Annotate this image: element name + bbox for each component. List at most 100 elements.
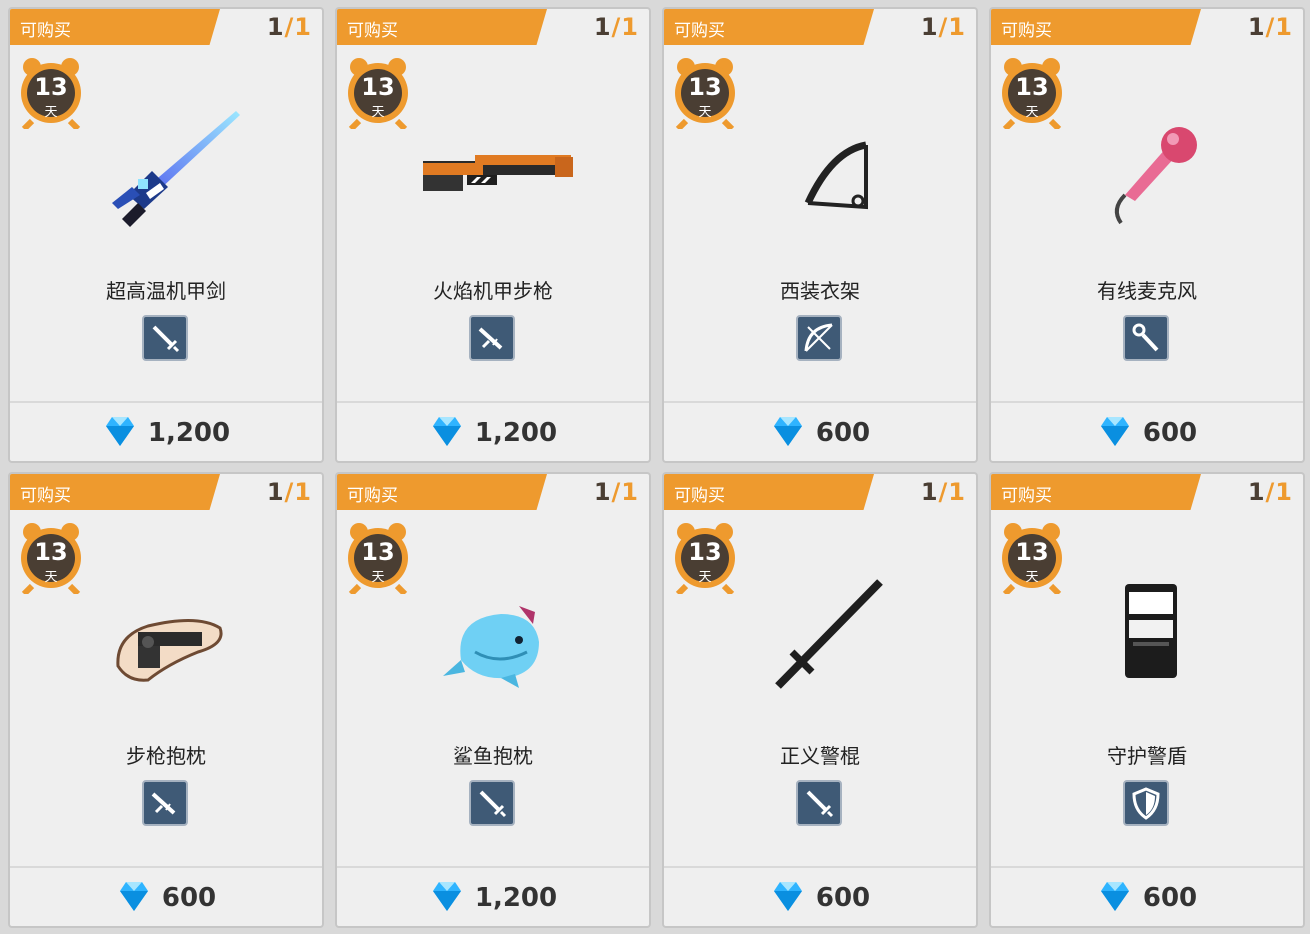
- purchasable-tag: 可购买: [991, 9, 1201, 45]
- item-name: 西装衣架: [780, 279, 860, 303]
- purchase-count-max: 1: [1275, 478, 1293, 506]
- rifle-icon: [144, 792, 186, 828]
- weapon-type-button[interactable]: [469, 315, 515, 361]
- purchasable-label: 可购买: [1001, 21, 1052, 41]
- purchase-count-current: 1: [1247, 478, 1266, 506]
- weapon-type-button[interactable]: [1123, 315, 1169, 361]
- purchase-count-separator: /: [938, 478, 949, 506]
- item-art-baton: [742, 556, 902, 716]
- item-name: 守护警盾: [1107, 744, 1187, 768]
- weapon-type-button[interactable]: [142, 315, 188, 361]
- purchase-count-separator: /: [938, 13, 949, 41]
- days-unit: 天: [44, 570, 58, 585]
- item-art-flame-rifle: [415, 91, 575, 251]
- buy-button[interactable]: 600: [991, 403, 1303, 461]
- purchase-count-max: 1: [1275, 13, 1293, 41]
- days-remaining: 13: [34, 538, 68, 566]
- weapon-type-button[interactable]: [1123, 780, 1169, 826]
- days-remaining: 13: [361, 73, 395, 101]
- buy-button[interactable]: 1,200: [337, 868, 649, 926]
- purchasable-tag: 可购买: [337, 474, 547, 510]
- purchasable-label: 可购买: [674, 21, 725, 41]
- purchase-limit: 1/1: [1248, 478, 1293, 506]
- item-price: 600: [1142, 883, 1198, 913]
- purchase-count-current: 1: [266, 478, 285, 506]
- item-name: 有线麦克风: [1097, 279, 1197, 303]
- bow-icon: [798, 323, 840, 363]
- shop-item-card[interactable]: 可购买 1/1 13 天 火焰机甲步枪 1,200: [335, 7, 651, 463]
- shop-item-card[interactable]: 可购买 1/1 13 天 鲨鱼抱枕 1,200: [335, 472, 651, 928]
- shop-item-card[interactable]: 可购买 1/1 13 天 有线麦克风 600: [989, 7, 1305, 463]
- alarm-clock-icon: 13 天: [999, 55, 1065, 132]
- purchase-count-separator: /: [611, 13, 622, 41]
- buy-button[interactable]: 1,200: [10, 403, 322, 461]
- gem-icon: [770, 414, 816, 452]
- purchase-count-current: 1: [266, 13, 285, 41]
- days-unit: 天: [698, 570, 712, 585]
- purchase-limit: 1/1: [267, 478, 312, 506]
- days-remaining: 13: [1015, 73, 1049, 101]
- purchase-limit: 1/1: [594, 478, 639, 506]
- weapon-type-button[interactable]: [796, 315, 842, 361]
- purchase-count-current: 1: [593, 13, 612, 41]
- alarm-clock-icon: 13 天: [18, 55, 84, 132]
- buy-button[interactable]: 600: [991, 868, 1303, 926]
- days-remaining: 13: [688, 73, 722, 101]
- staff-icon: [1125, 323, 1167, 363]
- gem-icon: [1097, 414, 1143, 452]
- purchase-limit: 1/1: [267, 13, 312, 41]
- purchase-count-max: 1: [621, 13, 639, 41]
- days-unit: 天: [1025, 105, 1039, 120]
- alarm-clock-icon: 13 天: [345, 520, 411, 597]
- purchase-count-separator: /: [1265, 478, 1276, 506]
- days-unit: 天: [44, 105, 58, 120]
- gem-icon: [102, 414, 148, 452]
- days-remaining: 13: [34, 73, 68, 101]
- item-art-gun-pillow: [88, 556, 248, 716]
- purchasable-label: 可购买: [20, 486, 71, 506]
- weapon-type-button[interactable]: [796, 780, 842, 826]
- purchasable-tag: 可购买: [664, 474, 874, 510]
- shop-item-card[interactable]: 可购买 1/1 13 天 正义警棍 600: [662, 472, 978, 928]
- shop-grid: 可购买 1/1 13 天 超高温机甲剑 1,200 可购买 1/1 13 天 火…: [0, 0, 1310, 934]
- purchase-count-separator: /: [284, 13, 295, 41]
- purchase-count-current: 1: [920, 13, 939, 41]
- item-price: 1,200: [474, 883, 558, 913]
- days-remaining: 13: [1015, 538, 1049, 566]
- weapon-type-button[interactable]: [142, 780, 188, 826]
- shop-item-card[interactable]: 可购买 1/1 13 天 超高温机甲剑 1,200: [8, 7, 324, 463]
- days-remaining: 13: [361, 538, 395, 566]
- sword-icon: [144, 325, 186, 363]
- weapon-type-button[interactable]: [469, 780, 515, 826]
- item-price: 600: [815, 883, 871, 913]
- days-unit: 天: [371, 105, 385, 120]
- item-price: 1,200: [474, 418, 558, 448]
- buy-button[interactable]: 600: [10, 868, 322, 926]
- purchase-count-current: 1: [1247, 13, 1266, 41]
- buy-button[interactable]: 600: [664, 868, 976, 926]
- purchasable-label: 可购买: [347, 21, 398, 41]
- item-art-microphone: [1069, 91, 1229, 251]
- sword-icon: [471, 790, 513, 828]
- buy-button[interactable]: 1,200: [337, 403, 649, 461]
- purchase-limit: 1/1: [921, 478, 966, 506]
- days-unit: 天: [371, 570, 385, 585]
- rifle-icon: [471, 327, 513, 363]
- item-price: 1,200: [147, 418, 231, 448]
- purchasable-label: 可购买: [20, 21, 71, 41]
- purchase-limit: 1/1: [921, 13, 966, 41]
- purchase-count-max: 1: [294, 13, 312, 41]
- alarm-clock-icon: 13 天: [999, 520, 1065, 597]
- purchase-count-max: 1: [294, 478, 312, 506]
- shop-item-card[interactable]: 可购买 1/1 13 天 守护警盾 600: [989, 472, 1305, 928]
- purchase-limit: 1/1: [1248, 13, 1293, 41]
- item-price: 600: [161, 883, 217, 913]
- item-name: 超高温机甲剑: [106, 279, 226, 303]
- shop-item-card[interactable]: 可购买 1/1 13 天 西装衣架 600: [662, 7, 978, 463]
- item-name: 步枪抱枕: [126, 744, 206, 768]
- purchase-count-current: 1: [593, 478, 612, 506]
- buy-button[interactable]: 600: [664, 403, 976, 461]
- purchase-count-max: 1: [948, 13, 966, 41]
- shop-item-card[interactable]: 可购买 1/1 13 天 步枪抱枕 600: [8, 472, 324, 928]
- gem-icon: [429, 879, 475, 917]
